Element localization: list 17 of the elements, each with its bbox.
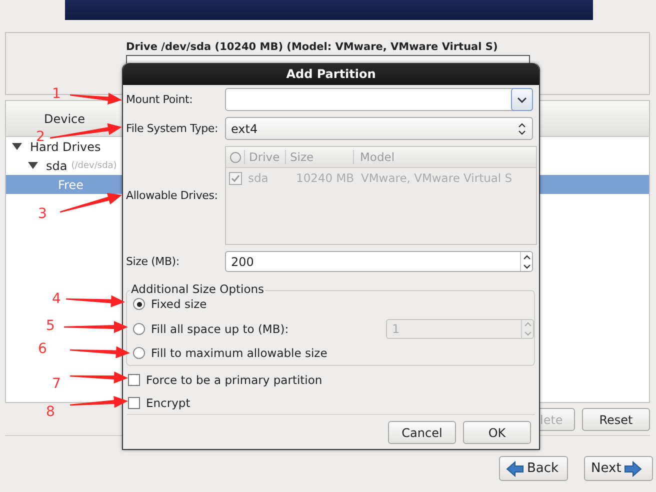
annotation-number: 8 bbox=[46, 404, 55, 420]
annotation-number: 4 bbox=[52, 291, 61, 307]
group-title: Additional Size Options bbox=[130, 282, 266, 296]
field-label: File System Type: bbox=[126, 122, 219, 135]
table-cell-text: VMware, VMware Virtual S bbox=[360, 171, 512, 185]
dialog-title: Add Partition bbox=[123, 63, 539, 85]
table-cell-text: 10240 MB bbox=[295, 171, 351, 185]
field-label: Mount Point: bbox=[126, 93, 194, 106]
annotation-number: 3 bbox=[38, 206, 47, 222]
table-cell-text: sda bbox=[247, 171, 270, 185]
drive-title: Drive /dev/sda (10240 MB) (Model: VMware, VMware Virtual S) bbox=[126, 41, 498, 53]
annotation-number: 6 bbox=[38, 341, 47, 357]
field-label: Size (MB): bbox=[126, 255, 180, 268]
annotation-number: 7 bbox=[52, 376, 61, 392]
annotation-number: 1 bbox=[52, 86, 61, 102]
field-label: Allowable Drives: bbox=[126, 189, 219, 202]
annotation-number: 5 bbox=[46, 318, 55, 334]
